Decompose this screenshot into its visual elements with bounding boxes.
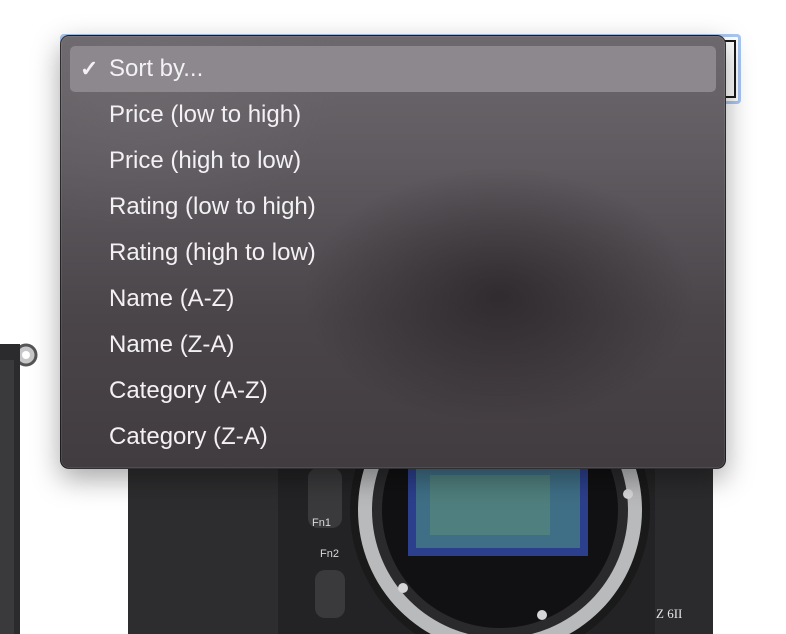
strap-lug [0, 343, 38, 634]
option-label: Name (A-Z) [109, 285, 235, 312]
option-label: Category (Z-A) [109, 423, 268, 450]
option-label: Price (low to high) [109, 101, 302, 128]
sort-option-name-az[interactable]: Name (A-Z) [70, 276, 716, 322]
option-label: Category (A-Z) [109, 377, 268, 404]
sort-option-rating-desc[interactable]: Rating (high to low) [70, 230, 716, 276]
sort-option-rating-asc[interactable]: Rating (low to high) [70, 184, 716, 230]
fn1-label: Fn1 [312, 517, 331, 529]
option-label: Rating (high to low) [109, 239, 316, 266]
option-label: Name (Z-A) [109, 331, 235, 358]
sort-option-price-desc[interactable]: Price (high to low) [70, 138, 716, 184]
image-sensor [408, 464, 588, 556]
checkmark-icon: ✓ [80, 56, 99, 81]
sort-option-default[interactable]: ✓ Sort by... [70, 46, 716, 92]
option-label: Sort by... [109, 55, 204, 82]
option-label: Price (high to low) [109, 147, 302, 174]
sort-option-price-asc[interactable]: Price (low to high) [70, 92, 716, 138]
sort-option-category-za[interactable]: Category (Z-A) [70, 414, 716, 460]
fn2-label: Fn2 [320, 548, 339, 560]
option-label: Rating (low to high) [109, 193, 316, 220]
sort-option-category-az[interactable]: Category (A-Z) [70, 368, 716, 414]
model-badge: Z 6II [656, 606, 682, 621]
sort-dropdown-menu: ✓ Sort by... Price (low to high) Price (… [60, 35, 726, 469]
sort-option-name-za[interactable]: Name (Z-A) [70, 322, 716, 368]
